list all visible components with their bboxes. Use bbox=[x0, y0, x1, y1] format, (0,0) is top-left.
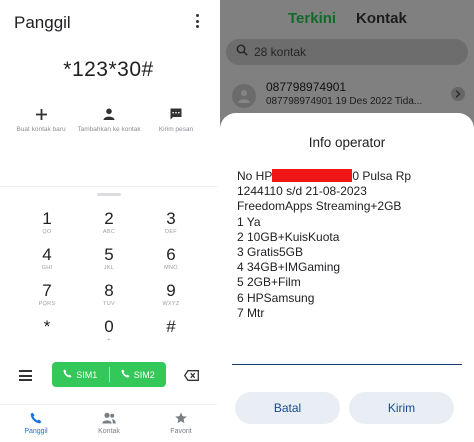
operator-info-dialog: Info operator No HP 0 Pulsa Rp 1244110 s/… bbox=[220, 113, 474, 442]
ussd-option: 5 2GB+Film bbox=[237, 275, 301, 290]
nav-kontak[interactable]: Kontak bbox=[79, 411, 139, 435]
backspace-icon[interactable] bbox=[183, 368, 199, 386]
contacts-panel: Terkini Kontak 28 kontak 087798974901 08… bbox=[220, 0, 474, 442]
nav-kontak-label: Kontak bbox=[98, 428, 120, 435]
keypad-divider bbox=[0, 186, 217, 187]
dialed-number[interactable]: *123*30# bbox=[0, 58, 217, 82]
contacts-icon bbox=[79, 411, 139, 425]
key-star[interactable]: * bbox=[17, 317, 77, 337]
dialer-title: Panggil bbox=[14, 13, 71, 32]
key-2[interactable]: 2 ABC bbox=[79, 209, 139, 236]
more-options-icon[interactable] bbox=[192, 12, 202, 30]
avatar bbox=[232, 84, 256, 108]
contact-detail: 087798974901 19 Des 2022 Tida... bbox=[266, 96, 423, 107]
sim1-label: SIM1 bbox=[76, 369, 98, 380]
send-button[interactable]: Kirim bbox=[349, 392, 454, 424]
keypad-drag-handle[interactable] bbox=[97, 193, 121, 196]
key-5[interactable]: 5 JKL bbox=[79, 245, 139, 272]
call-sim2-button[interactable]: SIM2 bbox=[110, 362, 167, 387]
reply-input-underline[interactable] bbox=[232, 364, 462, 365]
ussd-option: 2 10GB+KuisKuota bbox=[237, 229, 340, 244]
search-icon bbox=[236, 43, 248, 61]
ussd-response: No HP 0 Pulsa Rp 1244110 s/d 21-08-2023 F… bbox=[237, 169, 467, 321]
person-icon bbox=[76, 106, 142, 122]
create-contact-button[interactable]: Buat kontak baru bbox=[8, 106, 74, 134]
key-8[interactable]: 8 TUV bbox=[79, 281, 139, 308]
phone-icon bbox=[6, 411, 66, 425]
recent-call-item[interactable]: 087798974901 087798974901 19 Des 2022 Ti… bbox=[220, 78, 474, 114]
key-3[interactable]: 3 DEF bbox=[141, 209, 201, 236]
star-icon bbox=[151, 411, 211, 425]
menu-icon[interactable] bbox=[19, 370, 32, 381]
key-6[interactable]: 6 MNO bbox=[141, 245, 201, 272]
cancel-button[interactable]: Batal bbox=[235, 392, 340, 424]
redaction-block bbox=[272, 169, 353, 182]
ussd-option: 7 Mtr bbox=[237, 305, 265, 320]
nav-favorit-label: Favorit bbox=[170, 428, 192, 435]
key-7[interactable]: 7 PQRS bbox=[17, 281, 77, 308]
send-message-button[interactable]: Kirim pesan bbox=[143, 106, 209, 134]
ussd-line: No HP 0 Pulsa Rp bbox=[237, 169, 412, 183]
key-4[interactable]: 4 GHI bbox=[17, 245, 77, 272]
phone-icon bbox=[63, 369, 72, 380]
ussd-option: 3 Gratis5GB bbox=[237, 245, 304, 260]
ussd-option: 6 HPSamsung bbox=[237, 290, 315, 305]
contact-number: 087798974901 bbox=[266, 80, 347, 94]
dialer-actions: SIM1 SIM2 bbox=[0, 362, 217, 388]
create-contact-label: Buat kontak baru bbox=[16, 126, 66, 133]
sim-call-buttons: SIM1 SIM2 bbox=[52, 362, 166, 387]
nav-panggil-label: Panggil bbox=[24, 428, 48, 435]
ussd-line: 1244110 s/d 21-08-2023 bbox=[237, 184, 367, 199]
phone-icon bbox=[121, 369, 130, 380]
contact-search-input[interactable]: 28 kontak bbox=[226, 39, 468, 65]
ussd-option: 1 Ya bbox=[237, 214, 261, 229]
nav-favorit[interactable]: Favorit bbox=[151, 411, 211, 435]
dialog-title: Info operator bbox=[308, 135, 386, 150]
key-1[interactable]: 1 QO bbox=[17, 209, 77, 236]
tab-terkini[interactable]: Terkini bbox=[288, 10, 336, 27]
send-message-label: Kirim pesan bbox=[158, 126, 194, 133]
message-icon bbox=[143, 106, 209, 122]
plus-icon bbox=[8, 106, 74, 122]
nav-panggil[interactable]: Panggil bbox=[6, 411, 66, 435]
add-to-contact-button[interactable]: Tambahkan ke kontak bbox=[76, 106, 142, 134]
key-hash[interactable]: # bbox=[141, 317, 201, 337]
ussd-option: 4 34GB+IMGaming bbox=[237, 260, 341, 275]
bottom-navigation: Panggil Kontak Favorit bbox=[0, 404, 217, 442]
key-0[interactable]: 0 + bbox=[79, 317, 139, 344]
tab-kontak[interactable]: Kontak bbox=[356, 10, 407, 27]
dialer-panel: Panggil *123*30# Buat kontak baru Tambah… bbox=[0, 0, 217, 442]
call-sim1-button[interactable]: SIM1 bbox=[52, 362, 109, 387]
chevron-right-icon[interactable] bbox=[451, 87, 465, 101]
sim2-label: SIM2 bbox=[133, 369, 155, 380]
search-placeholder: 28 kontak bbox=[254, 45, 307, 59]
ussd-line: FreedomApps Streaming+2GB bbox=[237, 199, 402, 214]
key-9[interactable]: 9 WXYZ bbox=[141, 281, 201, 308]
contacts-tabs: Terkini Kontak bbox=[220, 10, 474, 30]
add-to-contact-label: Tambahkan ke kontak bbox=[77, 126, 141, 133]
